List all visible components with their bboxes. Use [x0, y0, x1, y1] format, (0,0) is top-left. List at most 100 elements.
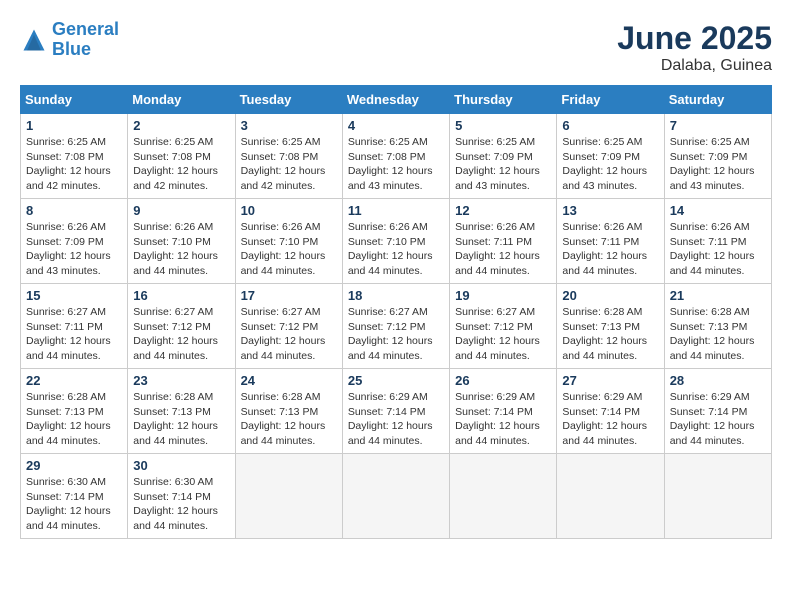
day-detail: Sunrise: 6:25 AMSunset: 7:08 PMDaylight:… — [348, 135, 444, 194]
day-detail: Sunrise: 6:25 AMSunset: 7:08 PMDaylight:… — [133, 135, 229, 194]
calendar-table: SundayMondayTuesdayWednesdayThursdayFrid… — [20, 85, 772, 539]
day-detail: Sunrise: 6:27 AMSunset: 7:12 PMDaylight:… — [348, 305, 444, 364]
day-number: 21 — [670, 288, 766, 303]
calendar-cell: 22 Sunrise: 6:28 AMSunset: 7:13 PMDayligh… — [21, 369, 128, 454]
day-number: 3 — [241, 118, 337, 133]
column-header-saturday: Saturday — [664, 86, 771, 114]
calendar-body: 1 Sunrise: 6:25 AMSunset: 7:08 PMDaylight… — [21, 114, 772, 539]
calendar-cell — [235, 454, 342, 539]
calendar-week-row: 1 Sunrise: 6:25 AMSunset: 7:08 PMDaylight… — [21, 114, 772, 199]
calendar-cell: 14Sunrise: 6:26 AMSunset: 7:11 PMDayligh… — [664, 199, 771, 284]
calendar-cell: 21 Sunrise: 6:28 AMSunset: 7:13 PMDayligh… — [664, 284, 771, 369]
day-number: 24 — [241, 373, 337, 388]
day-number: 29 — [26, 458, 122, 473]
column-header-friday: Friday — [557, 86, 664, 114]
calendar-cell: 13 Sunrise: 6:26 AMSunset: 7:11 PMDayligh… — [557, 199, 664, 284]
calendar-cell: 23 Sunrise: 6:28 AMSunset: 7:13 PMDayligh… — [128, 369, 235, 454]
day-detail: Sunrise: 6:29 AMSunset: 7:14 PMDaylight:… — [670, 390, 766, 449]
column-header-tuesday: Tuesday — [235, 86, 342, 114]
day-number: 16 — [133, 288, 229, 303]
calendar-week-row: 15 Sunrise: 6:27 AMSunset: 7:11 PMDayligh… — [21, 284, 772, 369]
calendar-cell: 3Sunrise: 6:25 AMSunset: 7:08 PMDaylight… — [235, 114, 342, 199]
calendar-cell — [450, 454, 557, 539]
calendar-cell — [664, 454, 771, 539]
calendar-cell: 26 Sunrise: 6:29 AMSunset: 7:14 PMDayligh… — [450, 369, 557, 454]
calendar-week-row: 29 Sunrise: 6:30 AMSunset: 7:14 PMDayligh… — [21, 454, 772, 539]
day-number: 8 — [26, 203, 122, 218]
day-number: 13 — [562, 203, 658, 218]
logo-text: General Blue — [52, 20, 119, 60]
day-detail: Sunrise: 6:25 AMSunset: 7:09 PMDaylight:… — [562, 135, 658, 194]
day-number: 14 — [670, 203, 766, 218]
day-number: 20 — [562, 288, 658, 303]
day-number: 22 — [26, 373, 122, 388]
logo-line2: Blue — [52, 39, 91, 59]
day-number: 9 — [133, 203, 229, 218]
day-number: 10 — [241, 203, 337, 218]
day-detail: Sunrise: 6:30 AMSunset: 7:14 PMDaylight:… — [26, 475, 122, 534]
day-detail: Sunrise: 6:28 AMSunset: 7:13 PMDaylight:… — [670, 305, 766, 364]
day-number: 15 — [26, 288, 122, 303]
day-detail: Sunrise: 6:27 AMSunset: 7:12 PMDaylight:… — [241, 305, 337, 364]
day-number: 1 — [26, 118, 122, 133]
calendar-cell: 19 Sunrise: 6:27 AMSunset: 7:12 PMDayligh… — [450, 284, 557, 369]
day-detail: Sunrise: 6:28 AMSunset: 7:13 PMDaylight:… — [241, 390, 337, 449]
calendar-week-row: 8Sunrise: 6:26 AMSunset: 7:09 PMDaylight… — [21, 199, 772, 284]
day-number: 23 — [133, 373, 229, 388]
day-detail: Sunrise: 6:28 AMSunset: 7:13 PMDaylight:… — [26, 390, 122, 449]
day-detail: Sunrise: 6:29 AMSunset: 7:14 PMDaylight:… — [562, 390, 658, 449]
column-header-monday: Monday — [128, 86, 235, 114]
day-detail: Sunrise: 6:25 AMSunset: 7:09 PMDaylight:… — [670, 135, 766, 194]
day-detail: Sunrise: 6:27 AMSunset: 7:12 PMDaylight:… — [455, 305, 551, 364]
day-detail: Sunrise: 6:28 AMSunset: 7:13 PMDaylight:… — [133, 390, 229, 449]
logo-line1: General — [52, 19, 119, 39]
calendar-cell: 4 Sunrise: 6:25 AMSunset: 7:08 PMDaylight… — [342, 114, 449, 199]
calendar-header-row: SundayMondayTuesdayWednesdayThursdayFrid… — [21, 86, 772, 114]
calendar-cell: 25Sunrise: 6:29 AMSunset: 7:14 PMDayligh… — [342, 369, 449, 454]
day-detail: Sunrise: 6:26 AMSunset: 7:10 PMDaylight:… — [348, 220, 444, 279]
day-number: 5 — [455, 118, 551, 133]
day-detail: Sunrise: 6:26 AMSunset: 7:11 PMDaylight:… — [562, 220, 658, 279]
day-detail: Sunrise: 6:29 AMSunset: 7:14 PMDaylight:… — [455, 390, 551, 449]
calendar-cell: 17 Sunrise: 6:27 AMSunset: 7:12 PMDayligh… — [235, 284, 342, 369]
calendar-cell: 5 Sunrise: 6:25 AMSunset: 7:09 PMDaylight… — [450, 114, 557, 199]
day-number: 17 — [241, 288, 337, 303]
day-number: 26 — [455, 373, 551, 388]
day-detail: Sunrise: 6:27 AMSunset: 7:11 PMDaylight:… — [26, 305, 122, 364]
title-block: June 2025 Dalaba, Guinea — [617, 20, 772, 75]
day-number: 2 — [133, 118, 229, 133]
day-number: 18 — [348, 288, 444, 303]
calendar-cell: 7Sunrise: 6:25 AMSunset: 7:09 PMDaylight… — [664, 114, 771, 199]
calendar-week-row: 22 Sunrise: 6:28 AMSunset: 7:13 PMDayligh… — [21, 369, 772, 454]
calendar-cell: 30 Sunrise: 6:30 AMSunset: 7:14 PMDayligh… — [128, 454, 235, 539]
day-number: 4 — [348, 118, 444, 133]
day-number: 28 — [670, 373, 766, 388]
day-detail: Sunrise: 6:25 AMSunset: 7:08 PMDaylight:… — [26, 135, 122, 194]
day-detail: Sunrise: 6:27 AMSunset: 7:12 PMDaylight:… — [133, 305, 229, 364]
calendar-cell: 18 Sunrise: 6:27 AMSunset: 7:12 PMDayligh… — [342, 284, 449, 369]
calendar-subtitle: Dalaba, Guinea — [617, 57, 772, 75]
day-detail: Sunrise: 6:25 AMSunset: 7:09 PMDaylight:… — [455, 135, 551, 194]
calendar-cell: 15 Sunrise: 6:27 AMSunset: 7:11 PMDayligh… — [21, 284, 128, 369]
calendar-cell: 10Sunrise: 6:26 AMSunset: 7:10 PMDayligh… — [235, 199, 342, 284]
logo-icon — [20, 26, 48, 54]
calendar-cell: 16 Sunrise: 6:27 AMSunset: 7:12 PMDayligh… — [128, 284, 235, 369]
calendar-cell: 6 Sunrise: 6:25 AMSunset: 7:09 PMDaylight… — [557, 114, 664, 199]
calendar-cell: 9Sunrise: 6:26 AMSunset: 7:10 PMDaylight… — [128, 199, 235, 284]
column-header-wednesday: Wednesday — [342, 86, 449, 114]
calendar-cell: 8Sunrise: 6:26 AMSunset: 7:09 PMDaylight… — [21, 199, 128, 284]
calendar-cell: 29 Sunrise: 6:30 AMSunset: 7:14 PMDayligh… — [21, 454, 128, 539]
day-number: 6 — [562, 118, 658, 133]
calendar-cell: 28 Sunrise: 6:29 AMSunset: 7:14 PMDayligh… — [664, 369, 771, 454]
day-detail: Sunrise: 6:30 AMSunset: 7:14 PMDaylight:… — [133, 475, 229, 534]
day-number: 30 — [133, 458, 229, 473]
day-detail: Sunrise: 6:28 AMSunset: 7:13 PMDaylight:… — [562, 305, 658, 364]
calendar-cell — [557, 454, 664, 539]
page-header: General Blue June 2025 Dalaba, Guinea — [20, 20, 772, 75]
day-number: 25 — [348, 373, 444, 388]
column-header-sunday: Sunday — [21, 86, 128, 114]
day-number: 19 — [455, 288, 551, 303]
logo: General Blue — [20, 20, 119, 60]
column-header-thursday: Thursday — [450, 86, 557, 114]
calendar-cell: 1 Sunrise: 6:25 AMSunset: 7:08 PMDaylight… — [21, 114, 128, 199]
